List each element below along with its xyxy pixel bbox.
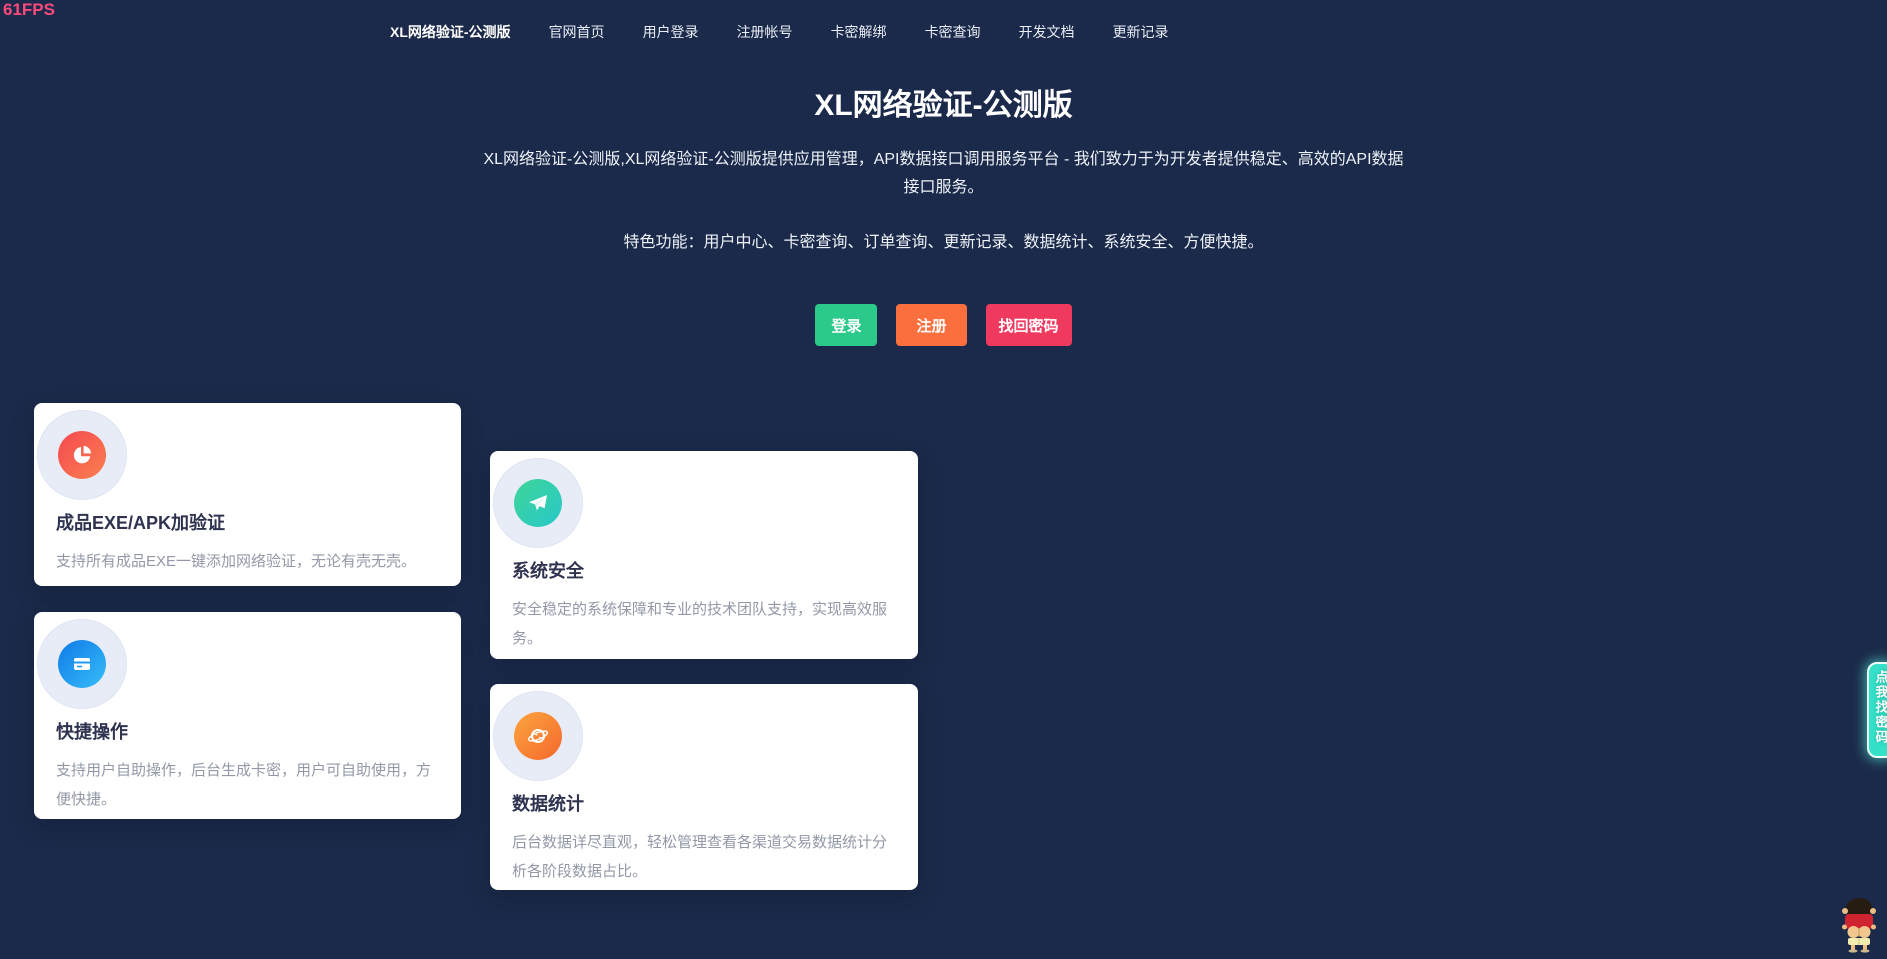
card-text: 支持用户自助操作，后台生成卡密，用户可自助使用，方便快捷。: [56, 756, 439, 814]
register-button[interactable]: 注册: [896, 304, 966, 346]
pie-chart-icon: [58, 431, 106, 479]
nav-item-home[interactable]: 官网首页: [549, 22, 605, 42]
card-text: 安全稳定的系统保障和专业的技术团队支持，实现高效服务。: [512, 595, 896, 653]
nav-item-changelog[interactable]: 更新记录: [1113, 22, 1169, 42]
card-title: 快捷操作: [56, 718, 439, 744]
card-list-icon: [58, 640, 106, 688]
login-button[interactable]: 登录: [815, 304, 877, 346]
nav-brand[interactable]: XL网络验证-公测版: [390, 22, 511, 42]
hero-features-line: 特色功能：用户中心、卡密查询、订单查询、更新记录、数据统计、系统安全、方便快捷。: [0, 228, 1887, 252]
planet-icon: [514, 712, 562, 760]
card-text: 后台数据详尽直观，轻松管理查看各渠道交易数据统计分析各阶段数据占比。: [512, 828, 896, 886]
top-nav: XL网络验证-公测版 官网首页 用户登录 注册帐号 卡密解绑 卡密查询 开发文档…: [390, 22, 1169, 42]
floating-side-badge[interactable]: 点我找密码: [1867, 662, 1887, 758]
nav-item-register-account[interactable]: 注册帐号: [737, 22, 793, 42]
feature-card-system-security: 系统安全 安全稳定的系统保障和专业的技术团队支持，实现高效服务。: [490, 451, 918, 659]
card-title: 系统安全: [512, 557, 896, 583]
paper-plane-icon: [514, 479, 562, 527]
feature-card-exe-apk: 成品EXE/APK加验证 支持所有成品EXE一键添加网络验证，无论有壳无壳。: [34, 403, 461, 586]
action-button-row: 登录 注册 找回密码: [0, 304, 1887, 346]
hero-description: XL网络验证-公测版,XL网络验证-公测版提供应用管理，API数据接口调用服务平…: [476, 146, 1411, 202]
card-title: 数据统计: [512, 790, 896, 816]
feature-card-data-stats: 数据统计 后台数据详尽直观，轻松管理查看各渠道交易数据统计分析各阶段数据占比。: [490, 684, 918, 890]
feature-card-quick-ops: 快捷操作 支持用户自助操作，后台生成卡密，用户可自助使用，方便快捷。: [34, 612, 461, 819]
fps-counter: 61FPS: [3, 0, 55, 20]
card-text: 支持所有成品EXE一键添加网络验证，无论有壳无壳。: [56, 547, 439, 576]
nav-item-dev-docs[interactable]: 开发文档: [1019, 22, 1075, 42]
shinchan-mascot-icon[interactable]: [1838, 897, 1880, 953]
card-title: 成品EXE/APK加验证: [56, 509, 439, 535]
page-title: XL网络验证-公测版: [0, 80, 1887, 124]
nav-item-card-unbind[interactable]: 卡密解绑: [831, 22, 887, 42]
recover-password-button[interactable]: 找回密码: [986, 304, 1072, 346]
nav-item-card-query[interactable]: 卡密查询: [925, 22, 981, 42]
nav-item-user-login[interactable]: 用户登录: [643, 22, 699, 42]
side-badge-label: 点我找密码: [1872, 670, 1887, 745]
